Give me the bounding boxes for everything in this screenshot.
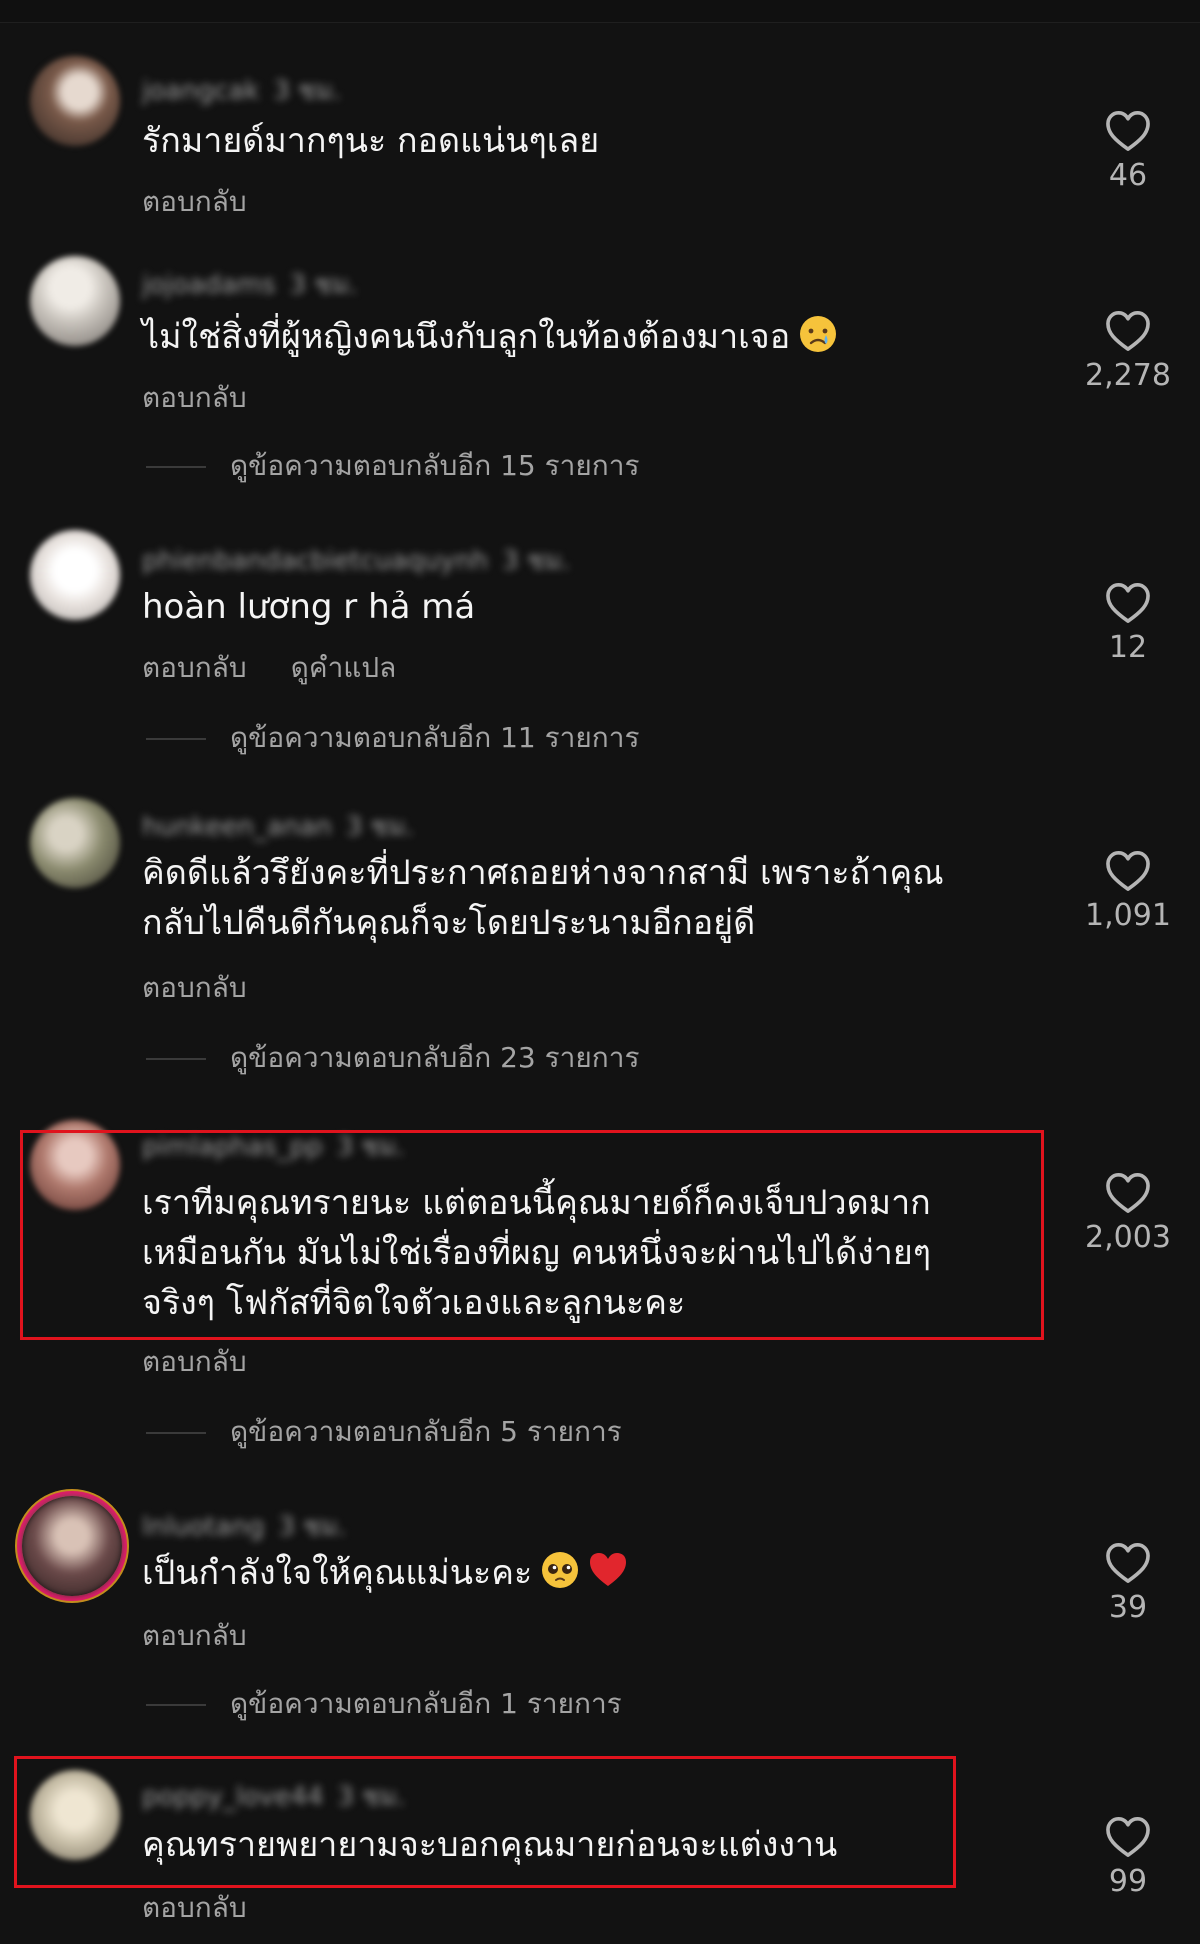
reply-button[interactable]: ตอบกลับ <box>142 651 247 684</box>
highlight-box <box>20 1130 1044 1340</box>
translate-button[interactable]: ดูคำแปล <box>291 651 397 684</box>
comment-meta: ตอบกลับ <box>142 1340 247 1384</box>
view-more-replies-label[interactable]: ดูข้อความตอบกลับอีก 11 รายการ <box>230 721 640 754</box>
comment-username[interactable]: jojoadams 3 ชม. <box>142 264 357 305</box>
reply-divider <box>146 1704 206 1706</box>
heart-outline-icon[interactable] <box>1105 1172 1151 1214</box>
like-button[interactable]: 46 <box>1068 110 1188 193</box>
red-heart-emoji <box>590 1553 627 1586</box>
reply-divider <box>146 738 206 740</box>
view-more-replies-label[interactable]: ดูข้อความตอบกลับอีก 23 รายการ <box>230 1041 640 1074</box>
like-button[interactable]: 2,003 <box>1068 1172 1188 1255</box>
comment-text: hoàn lương r hả má <box>142 587 476 627</box>
comment-meta: ตอบกลับ <box>142 376 247 420</box>
like-button[interactable]: 1,091 <box>1068 850 1188 933</box>
like-button[interactable]: 12 <box>1068 582 1188 665</box>
comment-meta: ตอบกลับ <box>142 180 247 224</box>
reply-divider <box>146 466 206 468</box>
reply-button[interactable]: ตอบกลับ <box>142 381 247 414</box>
heart-outline-icon[interactable] <box>1105 1816 1151 1858</box>
reply-button[interactable]: ตอบกลับ <box>142 185 247 218</box>
comment-username[interactable]: phienbandacbietcuaquynh 3 ชม. <box>142 540 570 581</box>
like-button[interactable]: 99 <box>1068 1816 1188 1899</box>
heart-outline-icon[interactable] <box>1105 1542 1151 1584</box>
like-count: 2,003 <box>1085 1220 1171 1255</box>
view-more-replies[interactable]: ดูข้อความตอบกลับอีก 1 รายการ <box>146 1682 622 1726</box>
view-more-replies[interactable]: ดูข้อความตอบกลับอีก 15 รายการ <box>146 444 640 488</box>
heart-outline-icon[interactable] <box>1105 110 1151 152</box>
comment-text: รักมายด์มากๆนะ กอดแน่นๆเลย <box>142 121 600 161</box>
like-count: 99 <box>1108 1864 1148 1899</box>
avatar[interactable] <box>22 1496 122 1596</box>
like-count: 1,091 <box>1085 898 1171 933</box>
reply-button[interactable]: ตอบกลับ <box>142 1619 247 1652</box>
comment-username[interactable]: lnluotang 3 ชม. <box>142 1506 346 1547</box>
top-divider <box>0 0 1200 23</box>
view-more-replies-label[interactable]: ดูข้อความตอบกลับอีก 5 รายการ <box>230 1415 622 1448</box>
view-more-replies-label[interactable]: ดูข้อความตอบกลับอีก 1 รายการ <box>230 1687 622 1720</box>
comment-meta: ตอบกลับ <box>142 1886 247 1930</box>
reply-button[interactable]: ตอบกลับ <box>142 971 247 1004</box>
heart-outline-icon[interactable] <box>1105 582 1151 624</box>
reply-button[interactable]: ตอบกลับ <box>142 1345 247 1378</box>
like-button[interactable]: 39 <box>1068 1542 1188 1625</box>
like-count: 12 <box>1108 630 1148 665</box>
view-more-replies[interactable]: ดูข้อความตอบกลับอีก 11 รายการ <box>146 716 640 760</box>
reply-button[interactable]: ตอบกลับ <box>142 1891 247 1924</box>
highlight-box <box>14 1756 956 1888</box>
comment-username[interactable]: hunkeen_anan 3 ชม. <box>142 806 414 847</box>
comment-text: เป็นกำลังใจให้คุณแม่นะคะ <box>142 1548 1022 1598</box>
comment-meta: ตอบกลับ <box>142 966 247 1010</box>
comment-text: ไม่ใช่สิ่งที่ผู้หญิงคนนึงกับลูกในท้องต้อ… <box>142 312 1022 362</box>
heart-outline-icon[interactable] <box>1105 850 1151 892</box>
reply-divider <box>146 1058 206 1060</box>
like-button[interactable]: 2,278 <box>1068 310 1188 393</box>
like-count: 39 <box>1108 1590 1148 1625</box>
reply-divider <box>146 1432 206 1434</box>
crying-face-emoji <box>800 316 837 352</box>
avatar[interactable] <box>30 56 120 146</box>
avatar[interactable] <box>30 530 120 620</box>
pleading-face-emoji <box>542 1552 579 1588</box>
view-more-replies-label[interactable]: ดูข้อความตอบกลับอีก 15 รายการ <box>230 449 640 482</box>
comment-meta: ตอบกลับ <box>142 1614 247 1658</box>
comment-meta: ตอบกลับ ดูคำแปล <box>142 646 396 690</box>
comment-username[interactable]: joangcak 3 ชม. <box>142 70 341 111</box>
like-count: 2,278 <box>1085 358 1171 393</box>
view-more-replies[interactable]: ดูข้อความตอบกลับอีก 5 รายการ <box>146 1410 622 1454</box>
avatar[interactable] <box>30 256 120 346</box>
avatar[interactable] <box>30 798 120 888</box>
like-count: 46 <box>1108 158 1148 193</box>
comment-text: คิดดีแล้วรึยังคะที่ประกาศถอยห่างจากสามี … <box>142 853 944 943</box>
heart-outline-icon[interactable] <box>1105 310 1151 352</box>
view-more-replies[interactable]: ดูข้อความตอบกลับอีก 23 รายการ <box>146 1036 640 1080</box>
